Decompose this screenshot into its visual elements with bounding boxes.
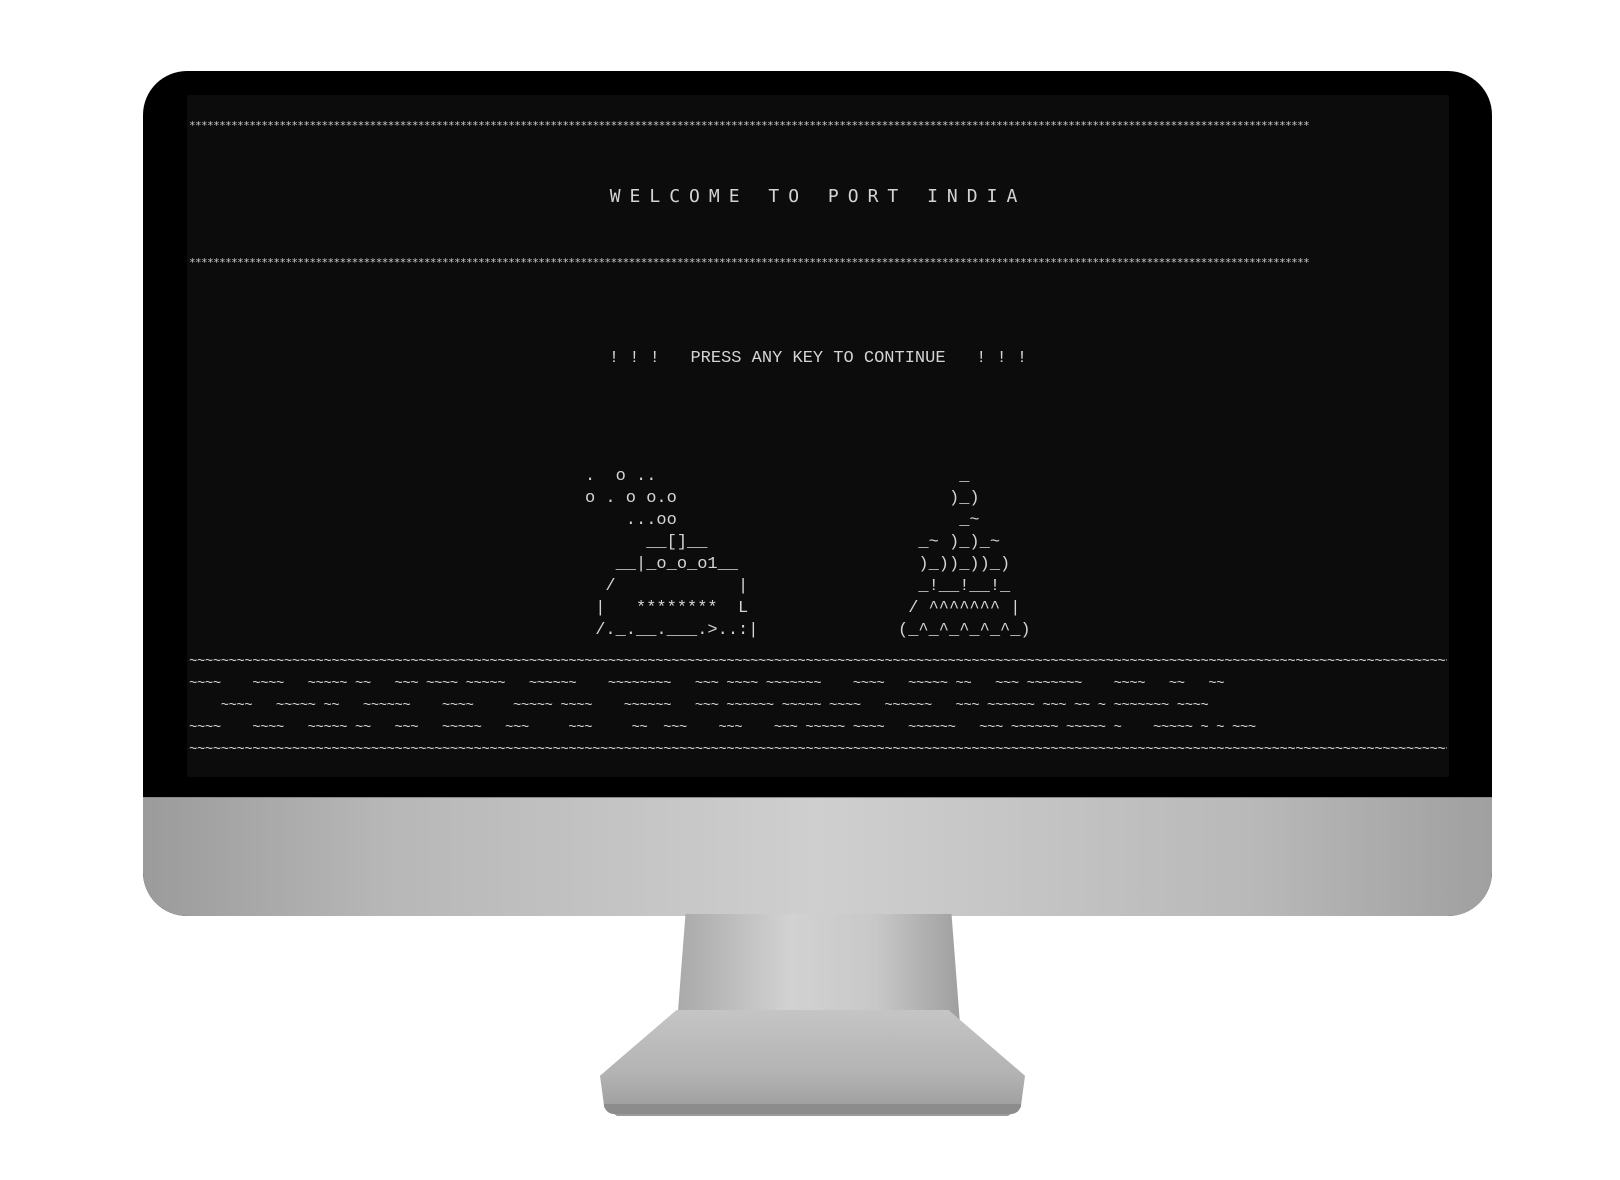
monitor-stand-neck [677,914,960,1024]
terminal-screen[interactable]: ****************************************… [187,95,1449,777]
monitor: ****************************************… [143,71,1492,916]
press-any-key-prompt: ! ! ! PRESS ANY KEY TO CONTINUE ! ! ! [608,349,1028,368]
monitor-stand-base [600,1010,1025,1116]
bottom-star-border: ****************************************… [189,256,1310,269]
sea-waves-ascii-art: ~~~~~~~~~~~~~~~~~~~~~~~~~~~~~~~~~~~~~~~~… [189,654,1447,758]
top-star-border: ****************************************… [189,119,1310,132]
welcome-title: WELCOME TO PORT INDIA [609,186,1027,207]
monitor-chin [143,797,1492,916]
monitor-stand-base-edge [604,1104,1021,1114]
temple-ascii-art: _ )_) _~ _~ )_)_~ )_))_))_) _!__!__!_ / … [898,467,1031,640]
steamship-ascii-art: . o .. o . o o.o ...oo __[]__ __|_o_o_o1… [585,467,759,640]
